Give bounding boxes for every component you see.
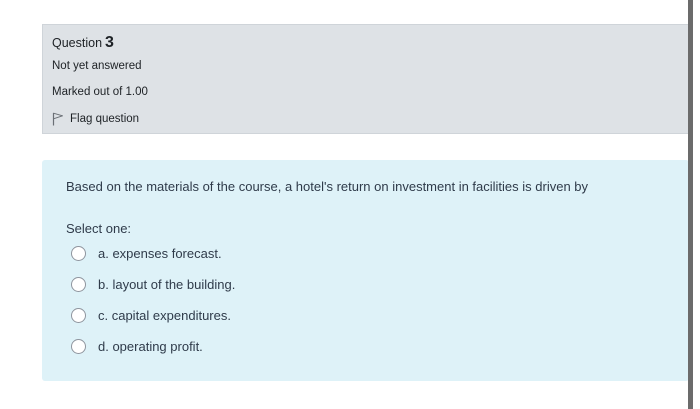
answer-label: a. expenses forecast. [98, 246, 222, 261]
radio-button[interactable] [71, 308, 86, 323]
question-label: Question [52, 36, 103, 50]
question-state: Not yet answered [52, 60, 142, 72]
answer-option-d[interactable]: d. operating profit. [71, 339, 203, 354]
quiz-page: Question 3 Not yet answered Marked out of… [0, 0, 700, 409]
question-title: Question 3 [52, 34, 114, 52]
question-number: 3 [105, 34, 114, 51]
question-grade: Marked out of 1.00 [52, 86, 148, 98]
answer-label: d. operating profit. [98, 339, 203, 354]
answer-option-b[interactable]: b. layout of the building. [71, 277, 235, 292]
radio-button[interactable] [71, 339, 86, 354]
answer-label: c. capital expenditures. [98, 308, 231, 323]
answer-option-a[interactable]: a. expenses forecast. [71, 246, 222, 261]
question-text: Based on the materials of the course, a … [66, 179, 589, 194]
answer-option-c[interactable]: c. capital expenditures. [71, 308, 231, 323]
flag-question-label: Flag question [70, 113, 140, 125]
question-info-panel: Question 3 Not yet answered Marked out of… [42, 24, 689, 134]
answer-label: b. layout of the building. [98, 277, 236, 292]
question-content-panel: Based on the materials of the course, a … [42, 160, 689, 381]
window-edge-bar [688, 0, 693, 409]
radio-button[interactable] [71, 246, 86, 261]
flag-icon [52, 112, 63, 126]
radio-button[interactable] [71, 277, 86, 292]
select-one-prompt: Select one: [66, 221, 132, 236]
flag-question-link[interactable]: Flag question [52, 110, 139, 128]
